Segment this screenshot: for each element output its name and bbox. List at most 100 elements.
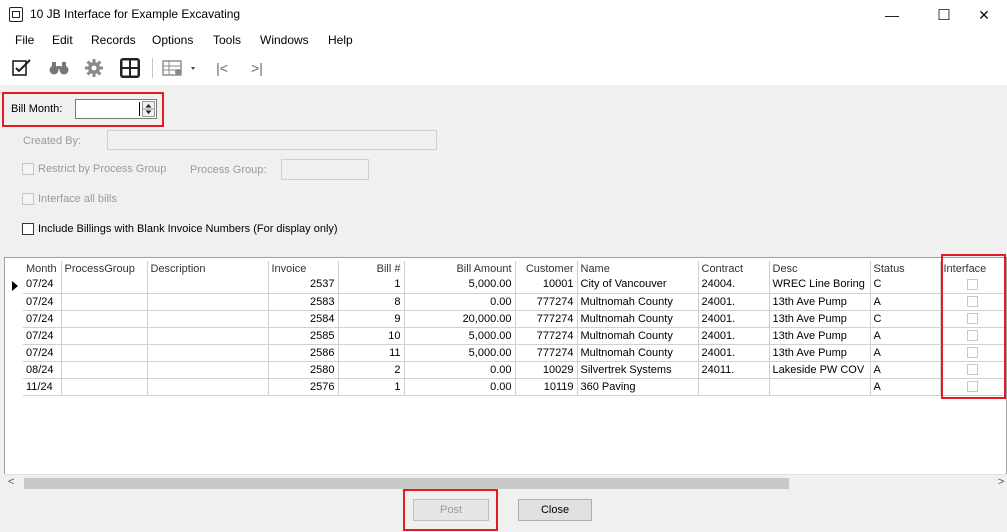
cell-description[interactable] — [147, 293, 269, 311]
cell-bill[interactable]: 1 — [338, 378, 405, 396]
cell-status[interactable]: A — [870, 361, 941, 379]
calculator-icon[interactable] — [118, 57, 142, 79]
cell-bill[interactable]: 8 — [338, 293, 405, 311]
cell-desc[interactable]: WREC Line Boring — [769, 276, 871, 294]
cell-invoice[interactable]: 2583 — [268, 293, 339, 311]
cell-bill-amount[interactable]: 0.00 — [404, 293, 516, 311]
menu-file[interactable]: File — [15, 33, 34, 47]
cell-description[interactable] — [147, 378, 269, 396]
col-desc[interactable]: Desc — [769, 261, 871, 276]
cell-status[interactable]: A — [870, 327, 941, 345]
restrict-process-group-checkbox[interactable] — [22, 163, 34, 175]
menu-edit[interactable]: Edit — [52, 33, 73, 47]
interface-all-bills-checkbox[interactable] — [22, 193, 34, 205]
cell-description[interactable] — [147, 276, 269, 294]
col-process-group[interactable]: ProcessGroup — [61, 261, 148, 276]
include-blank-invoice-checkbox[interactable] — [22, 223, 34, 235]
table-row[interactable]: 07/24 2583 8 0.00 777274 Multnomah County 2400… — [23, 293, 1005, 311]
cell-status[interactable]: C — [870, 276, 941, 294]
cell-bill-amount[interactable]: 0.00 — [404, 378, 516, 396]
cell-bill[interactable]: 1 — [338, 276, 405, 294]
cell-status[interactable]: A — [870, 378, 941, 396]
created-by-field[interactable] — [107, 130, 437, 150]
cell-month[interactable]: 11/24 — [23, 378, 62, 396]
bill-month-spinner[interactable] — [142, 101, 155, 117]
bill-month-field[interactable] — [75, 99, 157, 119]
menu-tools[interactable]: Tools — [213, 33, 241, 47]
cell-name[interactable]: Multnomah County — [577, 327, 699, 345]
close-window-button[interactable]: ✕ — [961, 0, 1007, 30]
cell-bill[interactable]: 9 — [338, 310, 405, 328]
col-bill-number[interactable]: Bill # — [338, 261, 405, 276]
table-row[interactable]: 07/24 2537 1 5,000.00 10001 City of Vancouver… — [23, 276, 1005, 294]
cell-bill-amount[interactable]: 5,000.00 — [404, 327, 516, 345]
cell-bill-amount[interactable]: 5,000.00 — [404, 344, 516, 362]
binoculars-icon[interactable] — [47, 57, 71, 79]
post-button[interactable]: Post — [413, 499, 489, 521]
cell-customer[interactable]: 777274 — [515, 344, 578, 362]
cell-desc[interactable] — [769, 378, 871, 396]
cell-month[interactable]: 07/24 — [23, 310, 62, 328]
menu-options[interactable]: Options — [152, 33, 193, 47]
cell-customer[interactable]: 10001 — [515, 276, 578, 294]
cell-name[interactable]: Silvertrek Systems — [577, 361, 699, 379]
cell-description[interactable] — [147, 327, 269, 345]
cell-contract[interactable]: 24001. — [698, 344, 770, 362]
cell-processgroup[interactable] — [61, 327, 148, 345]
process-group-field[interactable] — [281, 159, 369, 180]
close-button[interactable]: Close — [518, 499, 592, 521]
table-row[interactable]: 11/24 2576 1 0.00 10119 360 Paving A — [23, 378, 1005, 396]
cell-customer[interactable]: 777274 — [515, 293, 578, 311]
cell-contract[interactable]: 24001. — [698, 310, 770, 328]
horizontal-scrollbar[interactable]: < > — [4, 474, 1007, 491]
col-status[interactable]: Status — [870, 261, 941, 276]
cell-contract[interactable] — [698, 378, 770, 396]
cell-bill-amount[interactable]: 0.00 — [404, 361, 516, 379]
table-row[interactable]: 07/24 2584 9 20,000.00 777274 Multnomah Count… — [23, 310, 1005, 328]
cell-name[interactable]: Multnomah County — [577, 344, 699, 362]
table-row[interactable]: 07/24 2585 10 5,000.00 777274 Multnomah Count… — [23, 327, 1005, 345]
menu-help[interactable]: Help — [328, 33, 353, 47]
cell-processgroup[interactable] — [61, 344, 148, 362]
cell-desc[interactable]: 13th Ave Pump — [769, 327, 871, 345]
cell-invoice[interactable]: 2580 — [268, 361, 339, 379]
cell-description[interactable] — [147, 344, 269, 362]
cell-month[interactable]: 07/24 — [23, 344, 62, 362]
cell-description[interactable] — [147, 361, 269, 379]
cell-name[interactable]: City of Vancouver — [577, 276, 699, 294]
last-record-icon[interactable]: >| — [245, 57, 269, 79]
cell-processgroup[interactable] — [61, 276, 148, 294]
cell-status[interactable]: A — [870, 344, 941, 362]
edit-checklist-icon[interactable] — [10, 57, 34, 79]
col-customer[interactable]: Customer — [515, 261, 578, 276]
cell-bill[interactable]: 10 — [338, 327, 405, 345]
cell-desc[interactable]: 13th Ave Pump — [769, 344, 871, 362]
scroll-right-arrow[interactable]: > — [998, 476, 1004, 488]
cell-bill-amount[interactable]: 20,000.00 — [404, 310, 516, 328]
col-name[interactable]: Name — [577, 261, 699, 276]
cell-invoice[interactable]: 2585 — [268, 327, 339, 345]
cell-customer[interactable]: 777274 — [515, 327, 578, 345]
cell-contract[interactable]: 24011. — [698, 361, 770, 379]
menu-records[interactable]: Records — [91, 33, 136, 47]
first-record-icon[interactable]: |< — [210, 57, 234, 79]
col-bill-amount[interactable]: Bill Amount — [404, 261, 516, 276]
cell-month[interactable]: 08/24 — [23, 361, 62, 379]
scroll-thumb[interactable] — [24, 478, 789, 489]
cell-customer[interactable]: 10119 — [515, 378, 578, 396]
cell-desc[interactable]: 13th Ave Pump — [769, 310, 871, 328]
grid-settings-icon[interactable] — [162, 57, 196, 79]
cell-desc[interactable]: Lakeside PW COV — [769, 361, 871, 379]
cell-customer[interactable]: 777274 — [515, 310, 578, 328]
cell-processgroup[interactable] — [61, 378, 148, 396]
cell-status[interactable]: C — [870, 310, 941, 328]
col-description[interactable]: Description — [147, 261, 269, 276]
cell-invoice[interactable]: 2537 — [268, 276, 339, 294]
minimize-button[interactable]: — — [869, 0, 915, 30]
cell-bill[interactable]: 11 — [338, 344, 405, 362]
cell-processgroup[interactable] — [61, 310, 148, 328]
col-month[interactable]: Month — [23, 261, 62, 276]
cell-bill[interactable]: 2 — [338, 361, 405, 379]
col-invoice[interactable]: Invoice — [268, 261, 339, 276]
cell-month[interactable]: 07/24 — [23, 276, 62, 294]
